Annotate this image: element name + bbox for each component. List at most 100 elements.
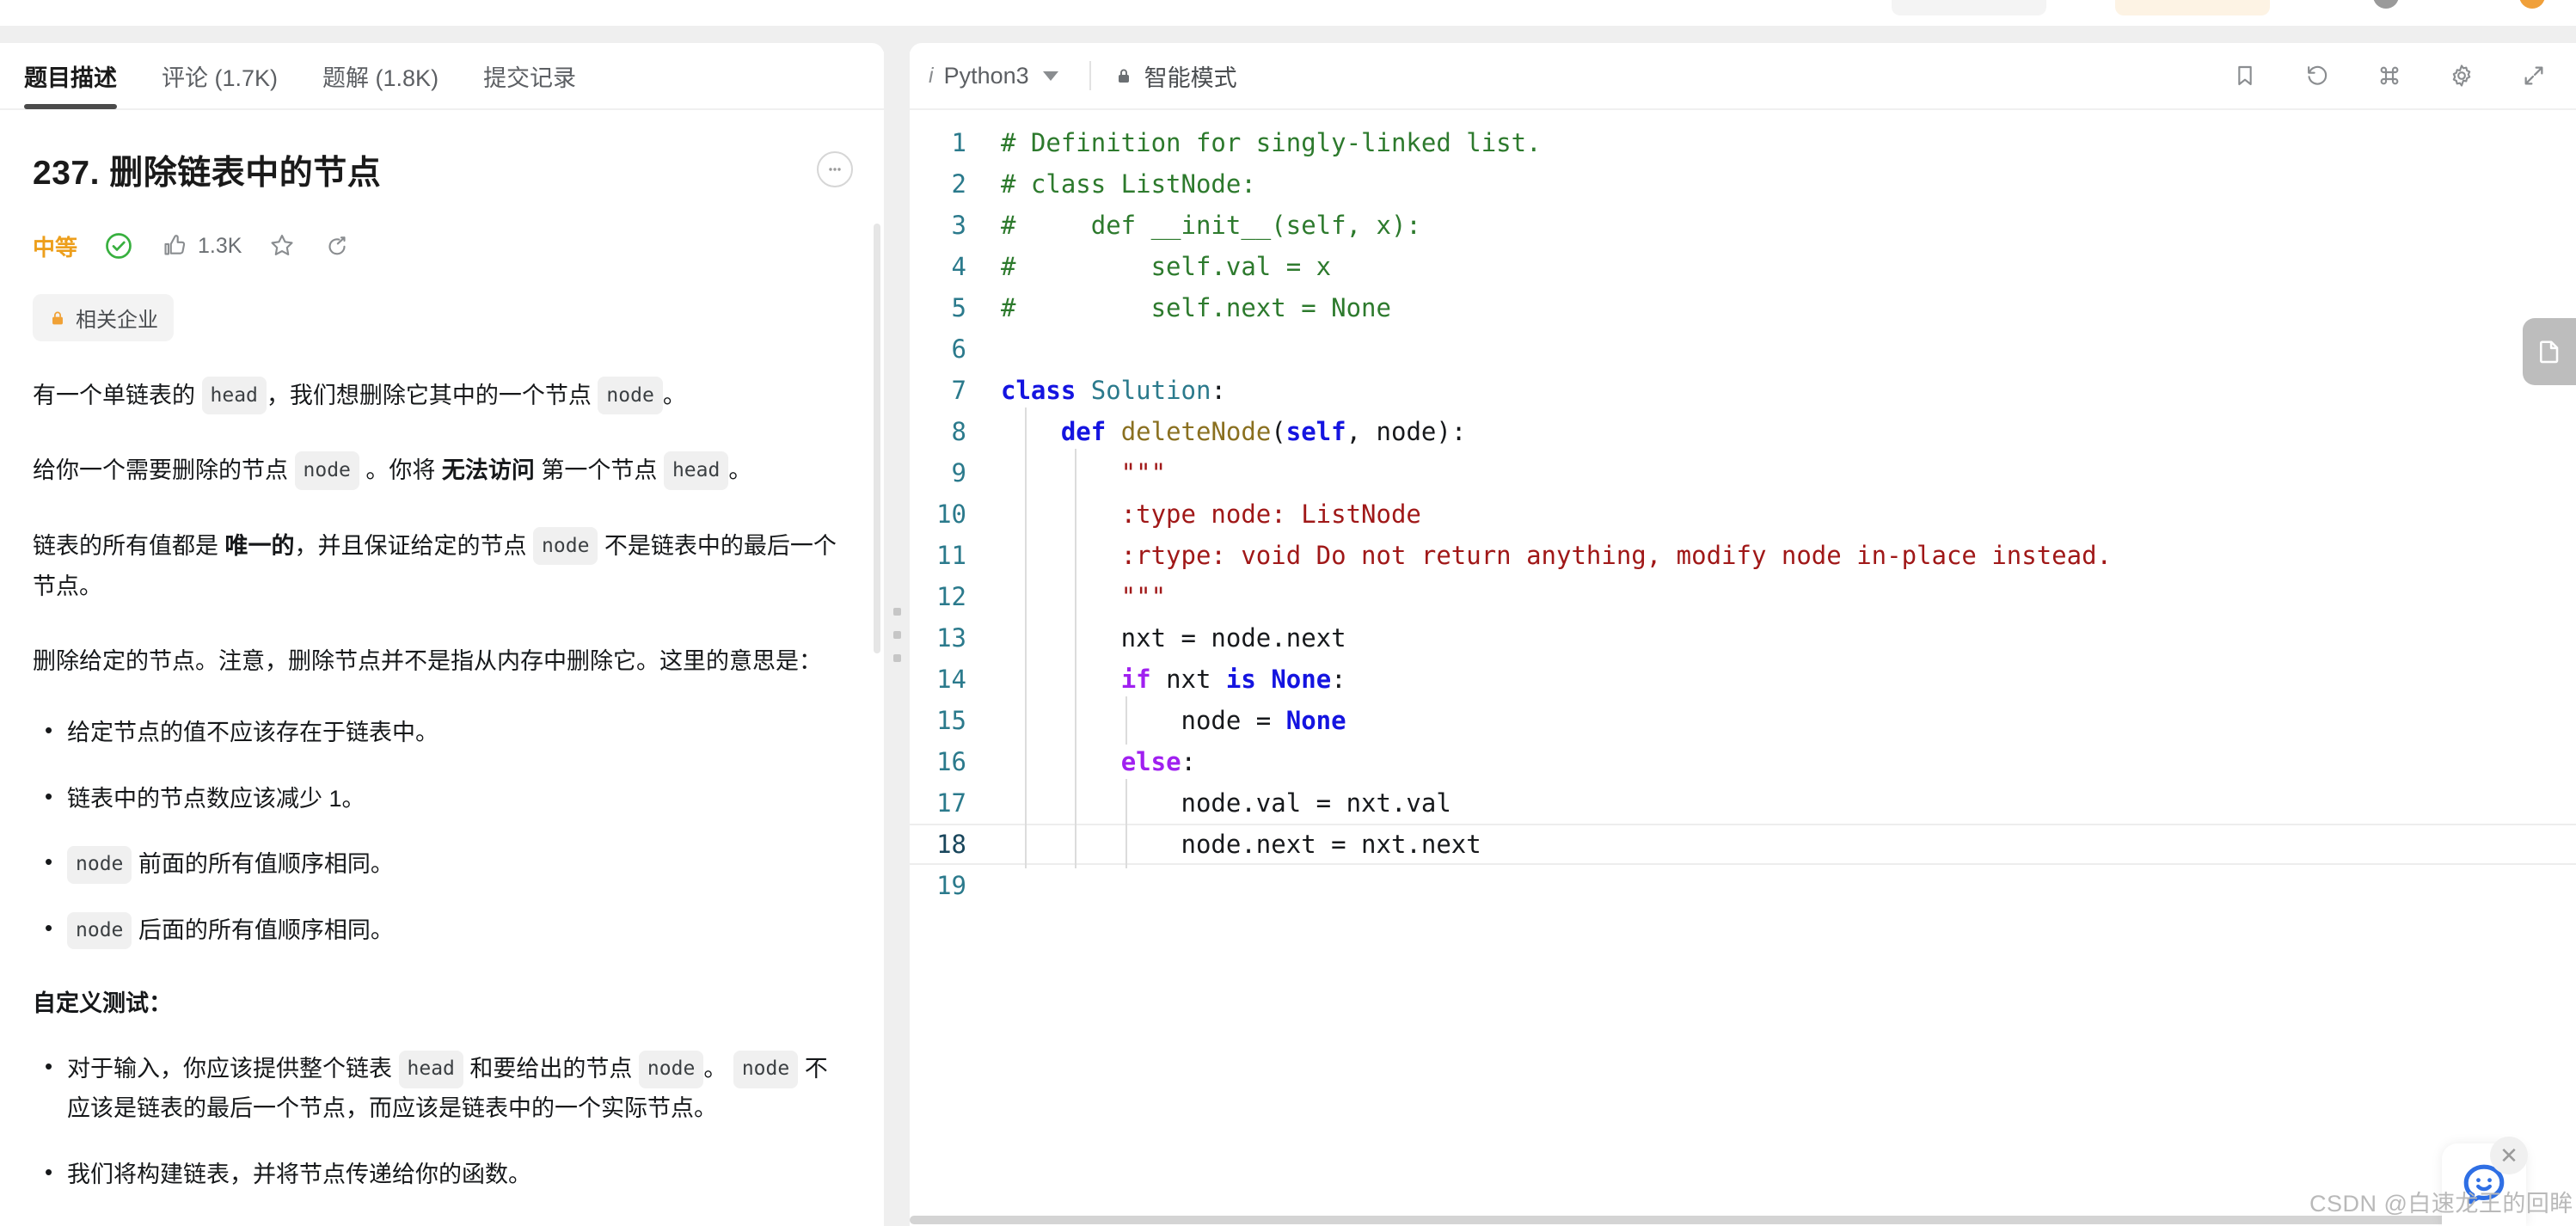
- code-line[interactable]: 7 class Solution:: [910, 370, 2576, 411]
- line-number: 12: [936, 582, 966, 611]
- settings-icon[interactable]: [2445, 59, 2478, 92]
- fullscreen-icon[interactable]: [2518, 59, 2550, 92]
- code-line[interactable]: 2 # class ListNode:: [910, 163, 2576, 205]
- line-number: 18: [936, 830, 966, 859]
- code-token: :type node: ListNode: [1001, 500, 1421, 529]
- code-line[interactable]: 13 nxt = node.next: [910, 614, 2576, 662]
- list-item: 链表中的节点数应该减少 1。: [45, 777, 841, 818]
- code-line[interactable]: 4 # self.val = x: [910, 246, 2576, 287]
- code-line[interactable]: 17 node.val = nxt.val: [910, 779, 2576, 827]
- list-item: 我们将构建链表，并将节点传递给你的函数。: [45, 1153, 841, 1194]
- list-item-text: 后面的所有值顺序相同。: [132, 916, 394, 943]
- partial-icon-a[interactable]: [2373, 0, 2399, 9]
- p2-text-d: 。: [728, 457, 752, 484]
- code-line[interactable]: 14 if nxt is None:: [910, 655, 2576, 703]
- solved-status-icon[interactable]: [103, 230, 134, 261]
- code-line[interactable]: 10 :type node: ListNode: [910, 490, 2576, 538]
- toolbar-divider: [1089, 61, 1091, 90]
- favorite-button[interactable]: [267, 231, 297, 261]
- code-line[interactable]: 16 else:: [910, 738, 2576, 786]
- partial-avatar[interactable]: [2519, 0, 2545, 9]
- line-number: 9: [951, 458, 966, 487]
- code-token: if: [1120, 665, 1167, 694]
- reset-icon[interactable]: [2301, 59, 2334, 92]
- code-line[interactable]: 3 # def __init__(self, x):: [910, 205, 2576, 246]
- code-token: else: [1120, 747, 1181, 776]
- code-line-text: # Definition for singly-linked list.: [992, 122, 2576, 163]
- bookmark-icon[interactable]: [2229, 59, 2261, 92]
- code-line[interactable]: 5 # self.next = None: [910, 287, 2576, 328]
- tab-comments[interactable]: 评论 (1.7K): [162, 43, 278, 109]
- code-line[interactable]: 9 """: [910, 449, 2576, 497]
- description-paragraph-1: 有一个单链表的 head ，我们想删除它其中的一个节点 node。: [33, 376, 841, 416]
- check-circle-icon: [106, 233, 132, 259]
- code-token: # self.next = None: [1001, 293, 1391, 322]
- code-token: deleteNode: [1120, 417, 1272, 446]
- share-button[interactable]: [322, 231, 352, 261]
- problem-panel-scrollbar[interactable]: [874, 224, 880, 653]
- problem-content: 237. 删除链表中的节点 中等 1.3K 相关企业 有一个单链表的 head …: [0, 110, 884, 1226]
- code-line[interactable]: 15 node = None: [910, 696, 2576, 745]
- more-options-icon[interactable]: [817, 151, 853, 187]
- line-number: 5: [951, 293, 966, 322]
- code-line[interactable]: 1 # Definition for singly-linked list.: [910, 122, 2576, 163]
- inline-code-node: node: [67, 846, 132, 884]
- partial-toolbar-button-b[interactable]: [2115, 0, 2270, 15]
- inline-code-node: node: [533, 526, 598, 565]
- code-line[interactable]: 8 def deleteNode(self, node):: [910, 408, 2576, 456]
- code-token: # def __init__(self, x):: [1001, 211, 1421, 240]
- partial-toolbar-button-a[interactable]: [1892, 0, 2046, 15]
- code-line[interactable]: 6: [910, 328, 2576, 370]
- line-number: 7: [951, 376, 966, 405]
- code-line[interactable]: 19: [910, 865, 2576, 906]
- editor-toolbar: i Python3 智能模式: [910, 43, 2576, 110]
- feedback-close-icon[interactable]: ✕: [2490, 1137, 2528, 1174]
- code-line-text: class Solution:: [992, 370, 2576, 411]
- splitter-handle[interactable]: [892, 607, 901, 662]
- notes-panel-tab[interactable]: [2523, 318, 2576, 385]
- tab-description[interactable]: 题目描述: [24, 43, 117, 109]
- inline-code-node: node: [294, 451, 359, 490]
- code-line-text: """: [992, 449, 2576, 497]
- company-tag-label: 相关企业: [76, 309, 158, 332]
- inline-code-head: head: [398, 1051, 463, 1088]
- line-number: 10: [936, 500, 966, 529]
- code-token: nxt: [1166, 665, 1226, 694]
- company-tag[interactable]: 相关企业: [33, 294, 174, 341]
- tab-submissions[interactable]: 提交记录: [483, 43, 576, 109]
- line-number: 2: [951, 169, 966, 199]
- lock-icon: [1118, 69, 1129, 83]
- smart-mode-toggle[interactable]: 智能模式: [1113, 59, 1237, 93]
- c1-text-a: 对于输入，你应该提供整个链表: [67, 1056, 399, 1082]
- ellipsis-icon: [829, 168, 841, 171]
- indent-guide: [1075, 820, 1076, 868]
- like-button[interactable]: 1.3K: [160, 231, 242, 261]
- command-icon[interactable]: [2373, 59, 2406, 92]
- language-selector[interactable]: i Python3: [920, 58, 1067, 95]
- document-icon: [2539, 340, 2559, 364]
- code-token: :: [1181, 747, 1196, 776]
- code-token: node.val = nxt.val: [1001, 788, 1451, 818]
- tab-solutions[interactable]: 题解 (1.8K): [322, 43, 439, 109]
- scrollbar-thumb[interactable]: [910, 1216, 2509, 1224]
- custom-test-list: 对于输入，你应该提供整个链表 head 和要给出的节点 node。 node 不…: [33, 1047, 853, 1226]
- code-editor[interactable]: 1 # Definition for singly-linked list. 2 # …: [910, 110, 2576, 1226]
- line-number: 11: [936, 541, 966, 570]
- panel-splitter[interactable]: [884, 43, 910, 1226]
- c1-text-c: 。: [703, 1056, 733, 1082]
- code-line[interactable]: 18 node.next = nxt.next: [910, 820, 2576, 868]
- line-number: 1: [951, 128, 966, 157]
- code-line-text: def deleteNode(self, node):: [992, 408, 2576, 456]
- code-line[interactable]: 11 :rtype: void Do not return anything, …: [910, 531, 2576, 579]
- p1-text-a: 有一个单链表的: [33, 383, 202, 408]
- problem-meta-row: 中等 1.3K: [33, 229, 853, 263]
- code-line[interactable]: 12 """: [910, 573, 2576, 621]
- code-line-text: if nxt is None:: [992, 655, 2576, 703]
- list-item: node 前面的所有值顺序相同。: [45, 843, 841, 884]
- code-line-text: else:: [992, 738, 2576, 786]
- splitter-dot: [892, 630, 901, 639]
- code-line-text: node = None: [992, 696, 2576, 745]
- problem-panel: 题目描述 评论 (1.7K) 题解 (1.8K) 提交记录 237. 删除链表中…: [0, 43, 884, 1226]
